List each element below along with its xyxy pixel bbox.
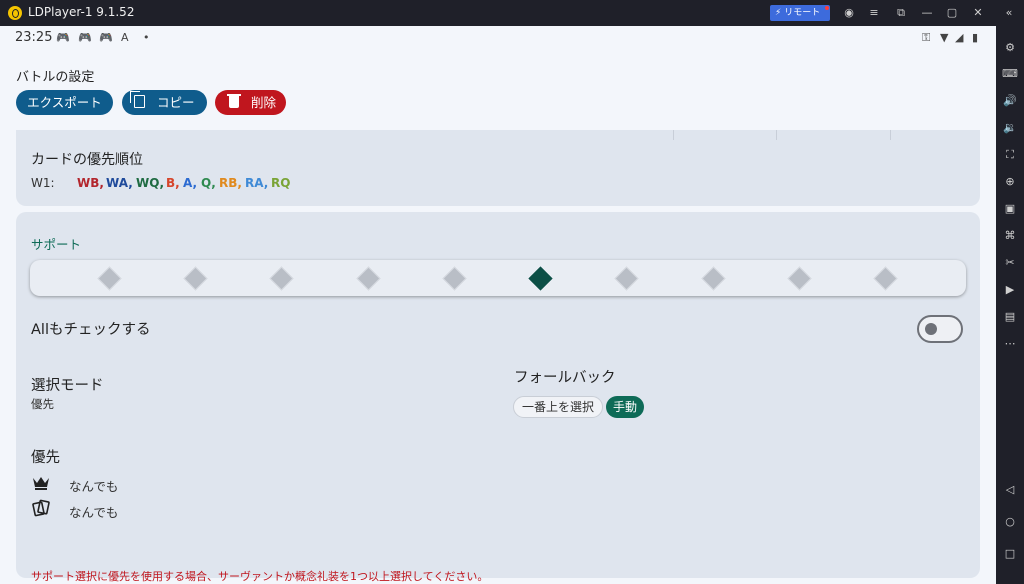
priority-item: Q, — [201, 176, 216, 190]
video-icon[interactable]: ▶ — [1002, 282, 1018, 298]
ce-priority-value[interactable]: なんでも — [69, 502, 118, 521]
support-card: サポート Allもチェックする 選択モード 優先 フォールバック 一番上を選択 … — [16, 212, 980, 583]
gamepad-icon: 🎮 — [99, 31, 113, 44]
ldplayer-logo-icon — [8, 6, 22, 20]
archer-icon[interactable] — [269, 266, 294, 291]
screenshot-icon[interactable]: ⛶ — [1002, 147, 1018, 163]
card-priority-title: カードの優先順位 — [31, 152, 143, 168]
close-icon[interactable]: ✕ — [971, 5, 985, 21]
status-bar: 23:25 🎮 🎮 🎮 A • ⚿ ▼ ◢ ▮ — [0, 26, 996, 50]
all-check-label: Allもチェックする — [31, 322, 151, 338]
window-title: LDPlayer-1 9.1.52 — [28, 5, 135, 19]
fallback-chip-top[interactable]: 一番上を選択 — [513, 396, 603, 418]
delete-button[interactable]: 削除 — [215, 90, 286, 115]
divider — [673, 130, 674, 140]
battery-icon: ▮ — [972, 31, 979, 44]
menu-icon[interactable]: ≡ — [867, 5, 881, 21]
export-button[interactable]: エクスポート — [16, 90, 113, 115]
signal-icon: ◢ — [955, 31, 964, 44]
emulator-sidebar: ⚙ ⌨ 🔊 🔉 ⛶ ⊕ ▣ ⌘ ✂ ▶ ▤ ⋯ ◁ ○ □ — [996, 26, 1024, 584]
selection-mode-value[interactable]: 優先 — [31, 396, 54, 412]
fallback-chip-manual[interactable]: 手動 — [606, 396, 644, 418]
volume-up-icon[interactable]: 🔊 — [1002, 93, 1018, 109]
priority-item: WA, — [106, 176, 133, 190]
extra-icon[interactable] — [787, 266, 812, 291]
crown-icon — [33, 477, 49, 490]
class-selector — [30, 260, 966, 296]
android-screen: 23:25 🎮 🎮 🎮 A • ⚿ ▼ ◢ ▮ バトルの設定 エクスポート コピ… — [0, 26, 996, 584]
wave-label: W1: — [31, 176, 55, 190]
remote-label: リモート — [784, 8, 821, 18]
priority-item: WQ, — [136, 176, 164, 190]
trash-icon — [227, 94, 241, 108]
priority-item: A, — [183, 176, 198, 190]
location-icon[interactable]: ⊕ — [1002, 174, 1018, 190]
notification-dot-icon — [825, 6, 829, 10]
copy-button[interactable]: コピー — [122, 90, 207, 115]
copy-icon — [130, 91, 145, 108]
support-section-title: サポート — [31, 237, 82, 252]
wifi-icon: ▼ — [940, 31, 949, 44]
assassin-icon[interactable] — [614, 266, 639, 291]
remote-button[interactable]: ⚡ リモート — [770, 5, 830, 21]
status-time: 23:25 — [15, 30, 53, 45]
toggle-knob — [925, 323, 937, 335]
gamepad-icon: 🎮 — [56, 31, 70, 44]
gamepad-icon: 🎮 — [78, 31, 92, 44]
keymap-icon[interactable]: ⌘ — [1002, 228, 1018, 244]
caster-icon[interactable] — [528, 266, 553, 291]
user-icon[interactable]: ◉ — [842, 5, 856, 21]
card-priority-card[interactable]: カードの優先順位 W1: WB, WA, WQ, B, A, Q, RB, RA… — [16, 130, 980, 206]
settings-icon[interactable]: ⚙ — [1002, 40, 1018, 56]
priority-item: B, — [166, 176, 180, 190]
divider — [890, 130, 891, 140]
saber-icon[interactable] — [183, 266, 208, 291]
page-title: バトルの設定 — [16, 70, 95, 85]
all-class-icon[interactable] — [97, 266, 122, 291]
mix-icon[interactable] — [873, 266, 898, 291]
external-icon[interactable]: ⧉ — [894, 5, 908, 21]
volume-down-icon[interactable]: 🔉 — [1002, 120, 1018, 136]
keyboard-icon[interactable]: ⌨ — [1002, 66, 1018, 82]
rider-icon[interactable] — [442, 266, 467, 291]
apk-icon[interactable]: ▤ — [1002, 309, 1018, 325]
back-icon[interactable]: ◁ — [1002, 482, 1018, 498]
home-icon[interactable]: ○ — [1002, 514, 1018, 530]
priority-title: 優先 — [31, 450, 60, 466]
maximize-icon[interactable]: ▢ — [945, 5, 959, 21]
berserker-icon[interactable] — [701, 266, 726, 291]
collapse-icon[interactable]: « — [1002, 5, 1016, 21]
copy-label: コピー — [157, 95, 195, 110]
more-icon[interactable]: ⋯ — [1002, 336, 1018, 352]
priority-item: WB, — [77, 176, 104, 190]
priority-item: RA, — [245, 176, 269, 190]
delete-label: 削除 — [251, 95, 277, 110]
all-check-toggle[interactable] — [917, 315, 963, 343]
title-bar: LDPlayer-1 9.1.52 ⚡ リモート ◉ ≡ ⧉ — ▢ ✕ « — [0, 0, 1024, 26]
recent-icon[interactable]: □ — [1002, 546, 1018, 562]
divider — [776, 130, 777, 140]
record-icon[interactable]: ▣ — [1002, 201, 1018, 217]
servant-priority-value[interactable]: なんでも — [69, 476, 118, 495]
priority-item: RQ — [271, 176, 291, 190]
lancer-icon[interactable] — [356, 266, 381, 291]
key-icon: ⚿ — [922, 31, 931, 44]
minimize-icon[interactable]: — — [920, 5, 934, 21]
cards-icon — [32, 499, 50, 517]
scissors-icon[interactable]: ✂ — [1002, 255, 1018, 271]
selection-mode-label[interactable]: 選択モード — [31, 374, 104, 395]
warning-message: サポート選択に優先を使用する場合、サーヴァントか概念礼装を1つ以上選択してくださ… — [31, 570, 489, 583]
fallback-label: フォールバック — [514, 370, 616, 386]
font-icon: A — [121, 31, 129, 44]
dot-icon: • — [143, 31, 150, 44]
priority-item: RB, — [219, 176, 242, 190]
